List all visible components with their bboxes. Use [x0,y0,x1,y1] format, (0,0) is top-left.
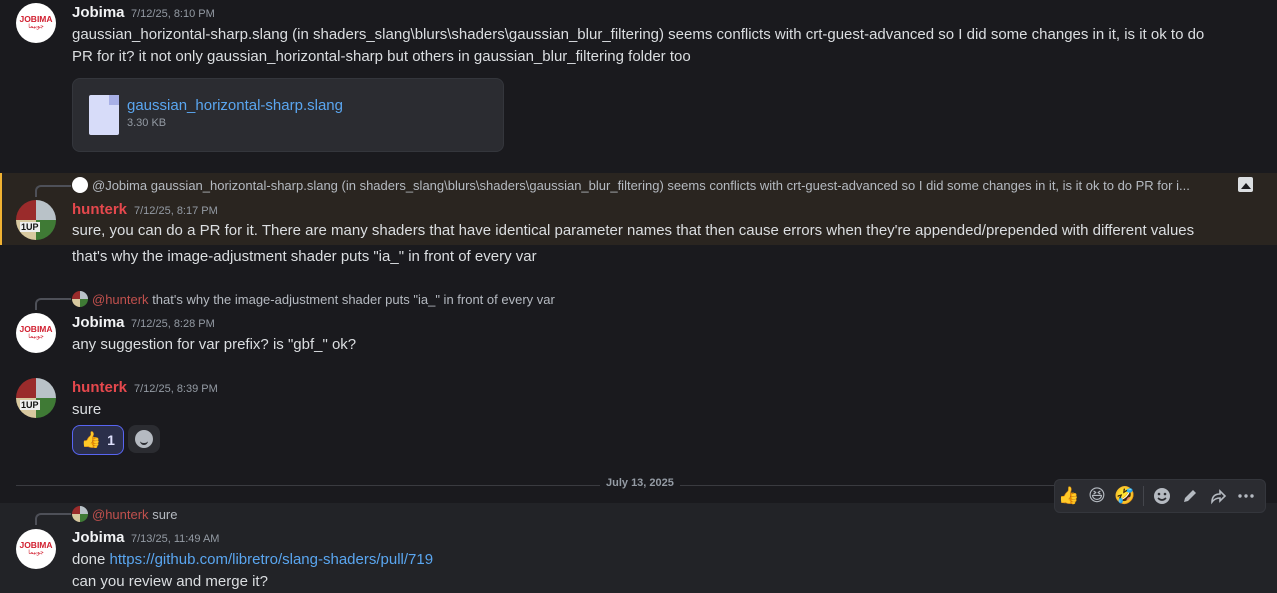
message-line: sure, you can do a PR for it. There are … [72,222,1195,239]
toolbar-separator [1143,486,1144,506]
avatar[interactable]: JOBIMA جوبيما [16,3,56,43]
avatar-label: 1UP [20,400,40,410]
add-reaction-icon [135,430,153,448]
quick-reaction-rofl[interactable]: 🤣 [1111,482,1139,510]
reply-connector [35,513,71,525]
reply-preview[interactable]: @hunterk that's why the image-adjustment… [92,292,692,307]
message-timestamp[interactable]: 7/13/25, 11:49 AM [131,533,219,545]
quick-reaction-laughing[interactable]: 😆 [1083,482,1111,510]
author-name[interactable]: hunterk [72,201,127,218]
reply-preview[interactable]: @hunterk sure [92,507,392,522]
message-line: PR for it? it not only gaussian_horizont… [72,48,691,65]
avatar-text: JOBIMA [19,324,53,334]
avatar-subtext: جوبيما [28,334,44,340]
avatar-subtext: جوبيما [28,550,44,556]
date-divider: July 13, 2025 [600,477,680,489]
file-name-link[interactable]: gaussian_horizontal-sharp.slang [127,97,343,114]
reply-preview-text: gaussian_horizontal-sharp.slang (in shad… [150,178,1190,193]
reply-mention[interactable]: @hunterk [92,292,149,307]
avatar[interactable]: JOBIMA جوبيما [16,529,56,569]
avatar-subtext: جوبيما [28,24,44,30]
edit-icon[interactable] [1176,482,1204,510]
reply-preview-text: that's why the image-adjustment shader p… [152,292,555,307]
author-name[interactable]: hunterk [72,379,127,396]
file-attachment[interactable]: gaussian_horizontal-sharp.slang 3.30 KB [72,78,504,152]
add-reaction-button[interactable] [128,425,160,453]
message-timestamp[interactable]: 7/12/25, 8:39 PM [134,383,218,395]
message-timestamp[interactable]: 7/12/25, 8:28 PM [131,318,215,330]
message-line: done https://github.com/libretro/slang-s… [72,549,433,571]
more-icon[interactable] [1232,482,1260,510]
quick-reaction-thumbs-up[interactable]: 👍 [1055,482,1083,510]
reply-connector [35,185,71,197]
message-timestamp[interactable]: 7/12/25, 8:17 PM [134,205,218,217]
reply-preview[interactable]: @Jobima gaussian_horizontal-sharp.slang … [92,178,1230,193]
add-reaction-icon[interactable] [1148,482,1176,510]
thumbs-up-icon: 👍 [81,432,102,449]
avatar-label: 1UP [20,222,40,232]
author-name[interactable]: Jobima [72,4,125,21]
reply-avatar [72,506,88,522]
message-link[interactable]: https://github.com/libretro/slang-shader… [110,551,434,568]
reaction-count: 1 [107,432,115,448]
file-size: 3.30 KB [127,117,167,129]
reply-avatar [72,291,88,307]
message-line: that's why the image-adjustment shader p… [72,248,537,265]
message-action-toolbar: 👍 😆 🤣 [1054,479,1266,513]
reply-mention[interactable]: @Jobima [92,178,147,193]
message-timestamp[interactable]: 7/12/25, 8:10 PM [131,8,215,20]
avatar-text: JOBIMA [19,14,53,24]
message-line: can you review and merge it? [72,573,268,590]
message-line: sure [72,401,102,418]
reply-connector [35,298,71,310]
reply-mention[interactable]: @hunterk [92,507,149,522]
avatar-text: JOBIMA [19,540,53,550]
reply-preview-text: sure [152,507,178,522]
avatar[interactable]: 1UP [16,200,56,240]
reaction-thumbs-up[interactable]: 👍 1 [72,425,124,455]
reply-avatar [72,177,88,193]
mention-highlight-bar [0,173,2,245]
author-name[interactable]: Jobima [72,314,125,331]
file-icon [89,95,119,135]
image-icon [1238,177,1253,192]
message-text: done [72,551,110,568]
author-name[interactable]: Jobima [72,529,125,546]
forward-icon[interactable] [1204,482,1232,510]
avatar[interactable]: JOBIMA جوبيما [16,313,56,353]
avatar[interactable]: 1UP [16,378,56,418]
message-line: gaussian_horizontal-sharp.slang (in shad… [72,26,1205,43]
message-line: any suggestion for var prefix? is "gbf_"… [72,336,357,353]
